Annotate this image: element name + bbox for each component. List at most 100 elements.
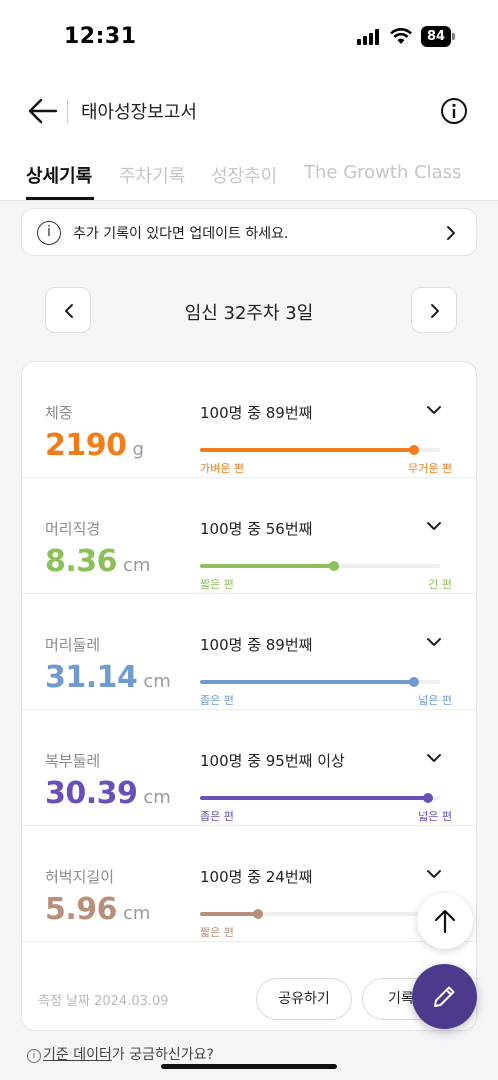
chevron-down-icon	[427, 754, 441, 762]
percentile-marker	[423, 793, 433, 803]
metric-number: 5.96	[45, 892, 118, 927]
bar-low-label: 좁은 편	[200, 810, 234, 823]
metric-unit: cm	[123, 903, 151, 924]
tab-detail-record[interactable]: 상세기록	[26, 162, 92, 188]
expand-button[interactable]	[424, 634, 444, 650]
percentile-bar-fill	[200, 564, 334, 568]
metric-label: 머리직경	[45, 520, 101, 538]
tab-growth-trend[interactable]: 성장추이	[211, 162, 277, 188]
share-button[interactable]: 공유하기	[256, 978, 352, 1020]
percentile-bar	[200, 677, 440, 687]
percentile-marker	[409, 445, 419, 455]
percentile-bar	[200, 793, 440, 803]
card-footer: 측정 날짜 2024.03.09 공유하기 기록	[22, 964, 476, 1030]
bar-low-label: 짧은 편	[200, 578, 234, 591]
percentile-bar-fill	[200, 448, 414, 452]
bar-high-label: 긴 편	[428, 578, 452, 591]
metric-number: 30.39	[45, 776, 138, 811]
metric-number: 2190	[45, 428, 127, 463]
metric-value: 8.36 cm	[45, 544, 150, 579]
reference-data-suffix: 가 궁금하신가요?	[111, 1047, 214, 1063]
expand-button[interactable]	[424, 518, 444, 534]
metric-value: 5.96 cm	[45, 892, 150, 927]
reference-data-link-text[interactable]: 기준 데이터	[43, 1047, 112, 1063]
next-week-button[interactable]	[411, 287, 457, 333]
metric-label: 머리둘레	[45, 636, 101, 654]
expand-button[interactable]	[424, 866, 444, 882]
measure-date: 측정 날짜 2024.03.09	[38, 994, 169, 1009]
scroll-to-top-button[interactable]	[417, 893, 473, 949]
wifi-icon	[389, 26, 413, 46]
percentile-bar-fill	[200, 680, 414, 684]
metric-unit: cm	[143, 671, 171, 692]
metric-value: 2190 g	[45, 428, 144, 463]
app-header: 태아성장보고서	[0, 85, 498, 137]
status-time: 12:31	[64, 24, 137, 49]
chevron-right-icon	[447, 226, 455, 240]
metric-rank: 100명 중 89번째	[200, 404, 313, 422]
metric-number: 8.36	[45, 544, 118, 579]
home-indicator	[161, 1064, 337, 1069]
metric-value: 31.14 cm	[45, 660, 171, 695]
info-circle-icon	[441, 98, 467, 124]
battery-icon: 84	[421, 26, 455, 47]
percentile-marker	[253, 909, 263, 919]
bar-low-label: 가벼운 편	[200, 462, 244, 475]
page-title: 태아성장보고서	[81, 102, 197, 123]
tab-weekly-record[interactable]: 주차기록	[119, 162, 185, 188]
metric-label: 체중	[45, 404, 73, 422]
metric-unit: g	[132, 439, 144, 460]
metric-unit: cm	[143, 787, 171, 808]
metric-row-weight: 체중 2190 g 100명 중 89번째 가벼운 편 무거운 편	[22, 362, 476, 478]
percentile-bar	[200, 909, 440, 919]
info-icon: i	[27, 1049, 41, 1063]
metric-unit: cm	[123, 555, 151, 576]
bar-low-label: 좁은 편	[200, 694, 234, 707]
percentile-marker	[409, 677, 419, 687]
metric-rank: 100명 중 95번째 이상	[200, 752, 345, 770]
bar-low-label: 짧은 편	[200, 926, 234, 939]
cellular-signal-icon	[357, 29, 381, 45]
info-icon: i	[37, 221, 61, 245]
metric-rank: 100명 중 24번째	[200, 868, 313, 886]
metric-label: 허벅지길이	[45, 868, 115, 886]
tab-bar: 상세기록 주차기록 성장추이 The Growth Class	[0, 158, 498, 202]
tab-growth-class[interactable]: The Growth Class	[304, 162, 461, 183]
update-notice-banner[interactable]: i 추가 기록이 있다면 업데이트 하세요.	[21, 208, 477, 256]
arrow-up-icon	[434, 909, 456, 934]
notice-text: 추가 기록이 있다면 업데이트 하세요.	[73, 226, 289, 242]
percentile-marker	[329, 561, 339, 571]
metric-number: 31.14	[45, 660, 138, 695]
bar-high-label: 무거운 편	[408, 462, 452, 475]
reference-data-link: i 기준 데이터가 궁금하신가요?	[27, 1044, 214, 1064]
header-divider	[67, 99, 68, 123]
metric-rank: 100명 중 89번째	[200, 636, 313, 654]
info-button[interactable]	[440, 97, 468, 125]
metric-row-head-circumference: 머리둘레 31.14 cm 100명 중 89번째 좁은 편 넓은 편	[22, 594, 476, 710]
chevron-down-icon	[427, 522, 441, 530]
chevron-right-icon	[431, 304, 439, 318]
chevron-down-icon	[427, 870, 441, 878]
percentile-bar	[200, 561, 440, 571]
back-button[interactable]	[26, 95, 60, 127]
metric-row-head-diameter: 머리직경 8.36 cm 100명 중 56번째 짧은 편 긴 편	[22, 478, 476, 594]
chevron-down-icon	[427, 638, 441, 646]
percentile-bar-fill	[200, 796, 428, 800]
metric-label: 복부둘레	[45, 752, 101, 770]
edit-record-button[interactable]	[412, 964, 477, 1029]
percentile-bar	[200, 445, 440, 455]
expand-button[interactable]	[424, 402, 444, 418]
bar-high-label: 넓은 편	[418, 810, 452, 823]
arrow-left-icon	[28, 98, 58, 124]
expand-button[interactable]	[424, 750, 444, 766]
pencil-icon	[434, 986, 455, 1007]
week-navigator: 임신 32주차 3일	[0, 287, 498, 333]
bar-high-label: 넓은 편	[418, 694, 452, 707]
battery-level: 84	[421, 26, 451, 47]
status-bar: 12:31 84	[0, 0, 498, 75]
metric-row-abdominal-circumference: 복부둘레 30.39 cm 100명 중 95번째 이상 좁은 편 넓은 편	[22, 710, 476, 826]
metric-rank: 100명 중 56번째	[200, 520, 313, 538]
growth-metrics-card: 체중 2190 g 100명 중 89번째 가벼운 편 무거운 편 머리직경 8.…	[21, 361, 477, 1031]
content-area: i 추가 기록이 있다면 업데이트 하세요. 임신 32주차 3일 체중 219…	[0, 201, 498, 1080]
percentile-bar-fill	[200, 912, 258, 916]
